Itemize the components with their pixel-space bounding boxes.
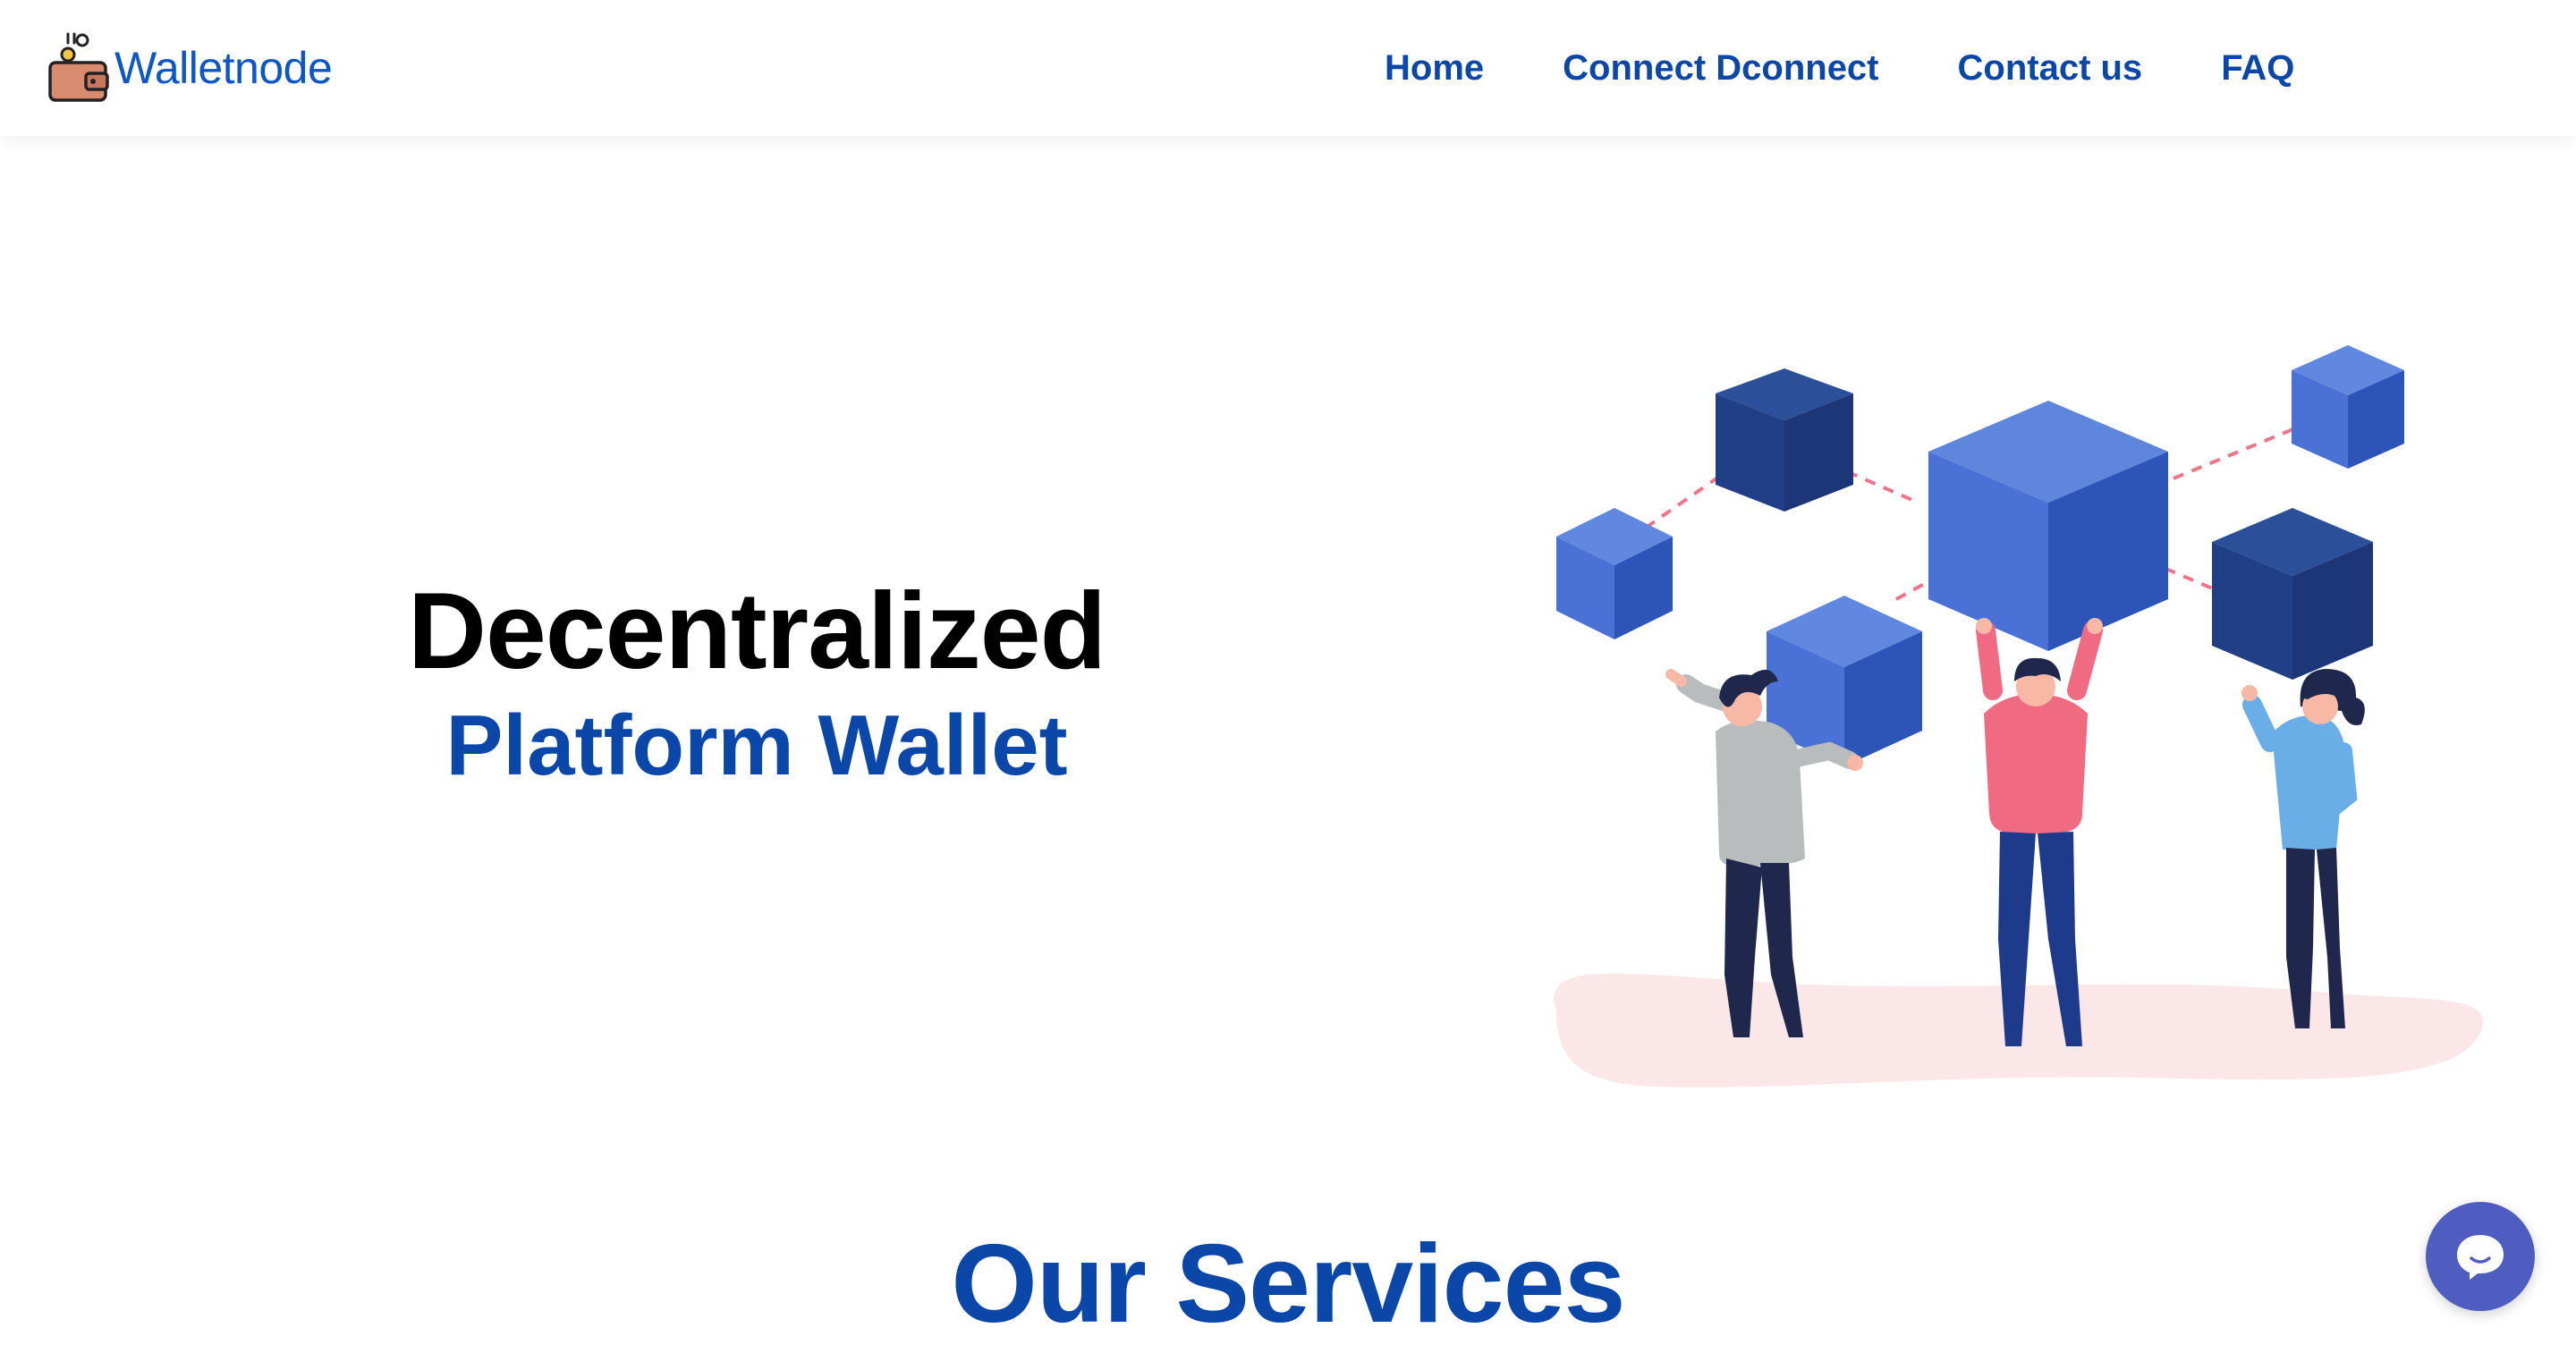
page: Walletnode Home Connect Dconnect Contact… xyxy=(0,0,2576,1345)
wallet-coins-icon xyxy=(48,32,109,102)
person-middle xyxy=(1976,618,2103,1046)
chat-widget-button[interactable] xyxy=(2426,1202,2535,1311)
main-nav: Home Connect Dconnect Contact us FAQ xyxy=(1385,41,2294,95)
brand-name: Walletnode xyxy=(114,43,333,93)
nav-faq-link[interactable]: FAQ xyxy=(2221,41,2294,95)
cube-small-top-right xyxy=(2292,345,2404,469)
cube-large-center xyxy=(1928,401,2168,651)
person-right xyxy=(2241,669,2365,1028)
brand-link[interactable]: Walletnode xyxy=(47,16,333,106)
people-holding-blockchain-cubes-illustration xyxy=(1554,345,2484,1087)
chat-bubble-icon xyxy=(2457,1235,2504,1280)
hero-subtitle: Platform Wallet xyxy=(445,698,1068,793)
cube-dark-top-left xyxy=(1716,368,1853,512)
nav-home-link[interactable]: Home xyxy=(1385,41,1484,95)
nav-contact-us-link[interactable]: Contact us xyxy=(1958,41,2143,95)
nav-connect-dconnect-link[interactable]: Connect Dconnect xyxy=(1563,41,1878,95)
navbar: Walletnode Home Connect Dconnect Contact… xyxy=(0,0,2576,136)
cube-dark-right xyxy=(2212,508,2373,680)
services-title: Our Services xyxy=(951,1222,1625,1345)
cube-small-left xyxy=(1556,508,1673,639)
hero-title: Decentralized xyxy=(407,570,1106,691)
